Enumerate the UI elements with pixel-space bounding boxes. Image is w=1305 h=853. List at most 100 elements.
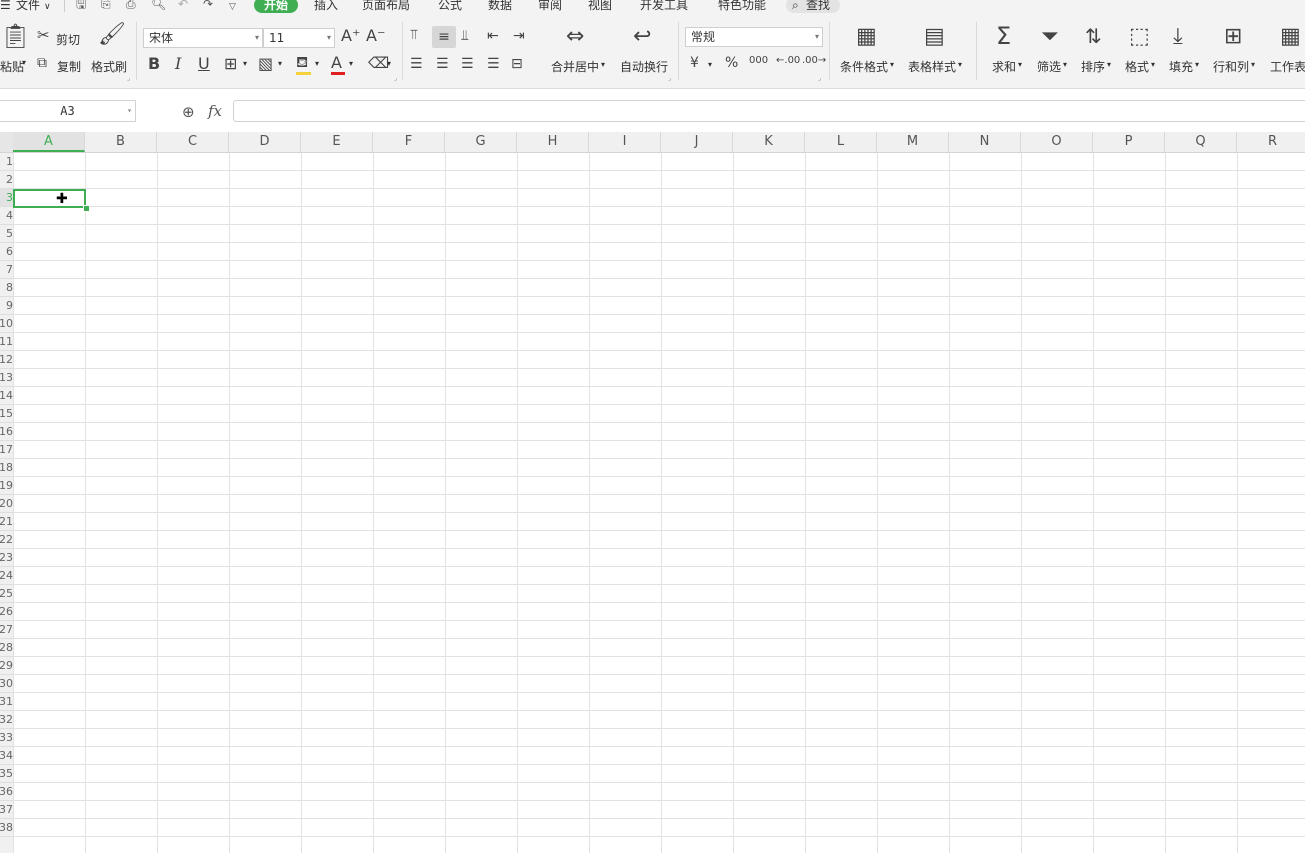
name-box[interactable]: A3 ▾ — [0, 100, 136, 122]
column-header-b[interactable]: B — [85, 132, 157, 152]
wrap-text-button[interactable]: 自动换行 — [620, 58, 668, 75]
align-right-icon[interactable]: ☰ — [461, 57, 474, 71]
align-center-icon[interactable]: ☰ — [436, 57, 449, 71]
cell-grid[interactable] — [13, 153, 1305, 853]
row-header-32[interactable]: 32 — [0, 711, 13, 729]
italic-icon[interactable]: I — [175, 56, 181, 72]
borders-icon[interactable]: ⊞ — [224, 56, 237, 72]
sort-button[interactable]: 排序 — [1081, 58, 1105, 75]
column-header-q[interactable]: Q — [1165, 132, 1237, 152]
insert-function-button[interactable]: fx — [208, 102, 222, 120]
cell-shading-icon[interactable]: ▧ — [258, 56, 273, 72]
increase-indent-icon[interactable]: ⇥ — [513, 29, 525, 43]
tab-page-layout[interactable]: 页面布局 — [362, 0, 410, 11]
worksheet-icon[interactable]: ▦ — [1280, 26, 1301, 48]
column-header-n[interactable]: N — [949, 132, 1021, 152]
fill-down-icon[interactable]: ⤓ — [1173, 26, 1183, 48]
fill-button[interactable]: 填充 — [1169, 58, 1193, 75]
row-header-22[interactable]: 22 — [0, 531, 13, 549]
format-icon[interactable]: ⬚ — [1129, 26, 1150, 48]
filter-button[interactable]: 筛选 — [1037, 58, 1061, 75]
align-top-icon[interactable]: ⫪ — [410, 28, 418, 42]
active-cell[interactable] — [13, 189, 86, 208]
row-header-38[interactable]: 38 — [0, 819, 13, 837]
formula-input[interactable] — [233, 100, 1305, 122]
row-header-6[interactable]: 6 — [0, 243, 13, 261]
tab-data[interactable]: 数据 — [488, 0, 512, 11]
undo-icon[interactable]: ↶ — [178, 0, 188, 10]
chevron-down-icon[interactable]: ▾ — [278, 59, 282, 68]
redo-icon[interactable]: ↷ — [203, 0, 213, 10]
column-header-c[interactable]: C — [157, 132, 229, 152]
wrap-text-icon[interactable]: ↩ — [633, 26, 651, 48]
row-header-19[interactable]: 19 — [0, 477, 13, 495]
row-header-11[interactable]: 11 — [0, 333, 13, 351]
chevron-down-icon[interactable]: ▾ — [349, 59, 353, 68]
paste-dropdown-icon[interactable]: ▾ — [22, 58, 26, 67]
align-left-icon[interactable]: ☰ — [410, 57, 423, 71]
row-header-21[interactable]: 21 — [0, 513, 13, 531]
fill-handle[interactable] — [83, 205, 90, 212]
filter-icon[interactable]: ⏷ — [1041, 26, 1059, 48]
decrease-indent-icon[interactable]: ⇤ — [487, 29, 499, 43]
row-header-35[interactable]: 35 — [0, 765, 13, 783]
merge-center-icon[interactable]: ⇔ — [566, 26, 584, 48]
row-header-20[interactable]: 20 — [0, 495, 13, 513]
chevron-down-icon[interactable]: ▾ — [958, 60, 962, 69]
column-header-h[interactable]: H — [517, 132, 589, 152]
row-header-14[interactable]: 14 — [0, 387, 13, 405]
dialog-launcher-icon[interactable]: ⌟ — [127, 74, 130, 82]
decrease-font-size-icon[interactable]: A⁻ — [366, 28, 385, 44]
distributed-align-icon[interactable]: ⊟ — [511, 57, 523, 71]
column-header-p[interactable]: P — [1093, 132, 1165, 152]
tab-developer[interactable]: 开发工具 — [640, 0, 688, 11]
row-header-10[interactable]: 10 — [0, 315, 13, 333]
justify-icon[interactable]: ☰ — [487, 57, 500, 71]
file-menu[interactable]: 文件 — [16, 0, 40, 11]
conditional-format-icon[interactable]: ▦ — [856, 26, 877, 48]
row-header-12[interactable]: 12 — [0, 351, 13, 369]
rows-columns-icon[interactable]: ⊞ — [1224, 26, 1242, 48]
align-bottom-icon[interactable]: ⫫ — [461, 29, 469, 43]
tab-review[interactable]: 审阅 — [538, 0, 562, 11]
font-color-icon[interactable]: A — [331, 55, 342, 71]
row-header-3[interactable]: 3 — [0, 189, 13, 207]
tab-formulas[interactable]: 公式 — [438, 0, 462, 11]
merge-center-button[interactable]: 合并居中 — [551, 58, 599, 75]
print-preview-icon[interactable]: 🔍︎ — [151, 0, 166, 10]
bold-icon[interactable]: B — [148, 56, 160, 72]
column-header-o[interactable]: O — [1021, 132, 1093, 152]
font-size-select[interactable]: 11 ▾ — [263, 28, 335, 48]
row-header-13[interactable]: 13 — [0, 369, 13, 387]
row-header-8[interactable]: 8 — [0, 279, 13, 297]
search-box[interactable]: ⌕ 查找 — [786, 0, 840, 13]
rows-columns-button[interactable]: 行和列 — [1213, 58, 1249, 75]
align-middle-icon[interactable]: ≡ — [432, 26, 456, 48]
row-header-15[interactable]: 15 — [0, 405, 13, 423]
underline-icon[interactable]: U — [198, 56, 210, 72]
row-header-29[interactable]: 29 — [0, 657, 13, 675]
row-header-4[interactable]: 4 — [0, 207, 13, 225]
chevron-down-icon[interactable]: ▾ — [315, 59, 319, 68]
row-header-30[interactable]: 30 — [0, 675, 13, 693]
column-header-j[interactable]: J — [661, 132, 733, 152]
scissors-icon[interactable]: ✂ — [37, 28, 50, 43]
customize-quick-access-icon[interactable]: ▽ — [229, 1, 236, 13]
paste-icon[interactable]: 📋︎ — [0, 24, 30, 52]
chevron-down-icon[interactable]: ▾ — [387, 59, 391, 68]
decrease-decimal-icon[interactable]: .00→ — [802, 56, 826, 66]
column-header-e[interactable]: E — [301, 132, 373, 152]
copy-button[interactable]: 复制 — [57, 58, 81, 75]
row-header-23[interactable]: 23 — [0, 549, 13, 567]
increase-font-size-icon[interactable]: A⁺ — [341, 28, 360, 44]
column-header-i[interactable]: I — [589, 132, 661, 152]
row-header-25[interactable]: 25 — [0, 585, 13, 603]
font-name-select[interactable]: 宋体 ▾ — [143, 28, 263, 48]
copy-icon[interactable]: ⧉ — [37, 56, 47, 70]
print-icon[interactable]: ⎙ — [126, 0, 136, 10]
sum-icon[interactable]: Σ — [996, 24, 1011, 48]
chevron-down-icon[interactable]: ▾ — [1107, 60, 1111, 69]
chevron-down-icon[interactable]: ▾ — [890, 60, 894, 69]
dialog-launcher-icon[interactable]: ⌟ — [818, 74, 821, 82]
chevron-down-icon[interactable]: ▾ — [1018, 60, 1022, 69]
